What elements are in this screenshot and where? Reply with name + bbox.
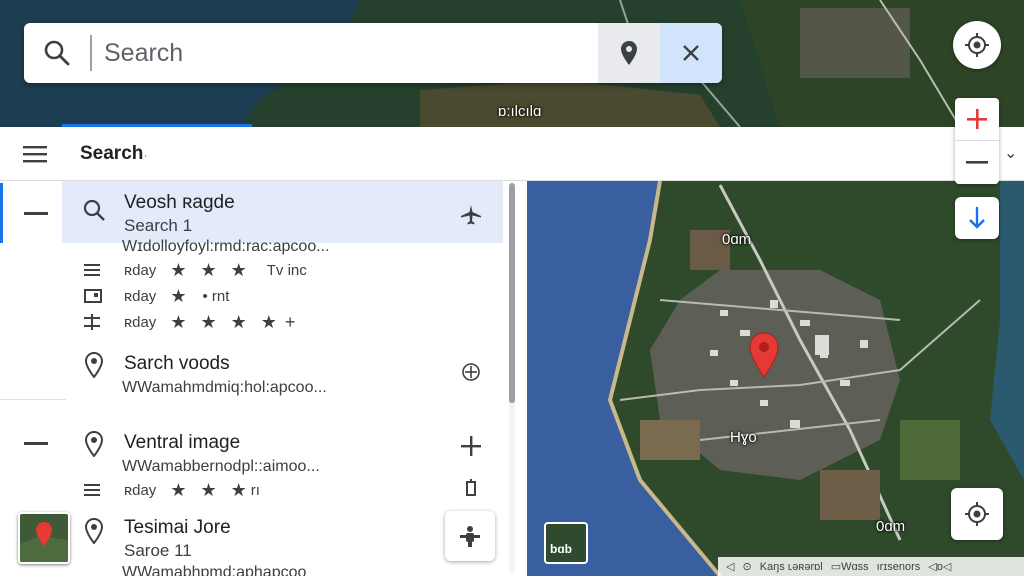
chevron-down-icon[interactable]: ⌄ [1004,143,1017,163]
search-input[interactable] [92,23,598,83]
clear-search-button[interactable] [660,23,722,83]
card-icon [84,289,124,303]
layers-thumbnail[interactable] [18,512,70,564]
result-address: WWamabbernodpl::aimoo... [122,458,320,475]
place-pin-icon [81,352,107,378]
menu-button[interactable] [22,141,48,167]
results-panel-header: Search· ⌄ [0,124,1024,181]
arrow-down-icon [969,207,985,229]
pin-icon [621,41,637,65]
filter-icon [84,314,124,330]
place-pin-icon [81,431,107,457]
search-bar [24,23,722,83]
pegman-icon [460,526,480,547]
list-icon [84,483,124,497]
plus-icon [461,436,481,456]
star-icon: ★ [170,259,187,280]
directions-button[interactable] [456,200,486,230]
rating-row: ʀday ★ • rnt [84,286,229,306]
attribution-item[interactable]: ◁ɒ◁ [928,560,951,573]
compass-button[interactable] [955,197,999,239]
crosshair-icon [965,33,989,57]
my-location-button[interactable] [953,21,1001,69]
panel-title: Search· [80,143,148,164]
add-button[interactable] [456,431,486,461]
divider [0,399,66,400]
search-icon [81,197,107,223]
locate-button[interactable] [951,488,1003,540]
star-icon: ★ [230,259,247,280]
star-icon: ★ [200,479,217,500]
street-view-button[interactable] [445,511,495,561]
result-title: Veosh ʀagde [124,192,235,213]
zoom-controls [955,98,999,184]
hamburger-icon [23,146,47,163]
result-address: Wɪdolloyfoyl:rmd:rac:apcoo... [122,238,330,255]
star-icon: ★ [170,479,187,500]
share-button[interactable] [456,473,486,503]
collapse-icon[interactable] [24,442,48,445]
result-title[interactable]: Tesimai Jore [124,517,231,539]
results-list: Veosh ʀagde Search 1 Wɪdolloyfoyl:rmd:ra… [0,181,527,576]
map-label: 0ɑm [722,231,752,248]
attribution-item[interactable]: ırɪsenors [877,561,921,573]
results-scrollbar[interactable] [509,183,515,573]
selection-indicator [0,183,3,243]
result-address: WWamabhpmd:aphapcoo [122,564,307,576]
map-label: ɒ:ılcılɑ [498,103,542,120]
location-pin-icon[interactable] [748,332,780,378]
rating-row: ʀday ★ ★ ★ ★ + [84,312,295,332]
result-subtitle: Saroe 11 [124,541,192,560]
star-icon: ★ [200,259,217,280]
attribution-item[interactable]: ◁ [726,560,734,573]
map-label: Hɣo [730,429,757,446]
map-attribution: ◁ ⊙ Kaŋs ʟəʀərɒl ▭Wɑss ırɪsenors ◁ɒ◁ [718,557,1024,576]
attribution-item[interactable]: ▭Wɑss [831,560,869,573]
collapse-icon[interactable] [24,212,48,215]
result-title[interactable]: Sarch voods [124,353,230,375]
star-icon: ★ [230,479,247,500]
locate-result-button[interactable] [456,357,486,387]
scrollbar-thumb[interactable] [509,183,515,403]
map-thumbnail-pin-icon [20,514,68,562]
list-icon [84,263,124,277]
search-icon[interactable] [24,23,90,83]
close-icon [683,45,699,61]
star-icon: ★ [170,311,187,332]
rating-row: ʀday ★ ★ ★ rı [84,480,260,500]
star-icon: ★ [230,311,247,332]
plus-icon [967,109,987,129]
phone-icon [466,479,476,496]
zoom-in-button[interactable] [955,98,999,141]
attribution-item[interactable]: Kaŋs ʟəʀərɒl [760,561,823,573]
crosshair-icon [965,502,989,526]
place-pin-icon [81,518,107,544]
zoom-out-button[interactable] [955,141,999,184]
result-address: WWamahmdmiq:hol:apcoo... [122,379,327,396]
map-label: 0ɑm [876,518,906,535]
minus-icon [966,160,988,164]
star-icon: ★ [260,311,277,332]
result-title[interactable]: Ventral image [124,432,240,454]
attribution-item[interactable]: ⊙ [742,560,751,573]
rating-row: ʀday ★ ★ ★ Tv inc [84,260,307,280]
place-pin-button[interactable] [598,23,660,83]
active-tab-indicator [62,124,252,127]
map-type-thumbnail[interactable]: bɑb [544,522,588,564]
result-subtitle: Search 1 [124,216,193,235]
star-icon: ★ [200,311,217,332]
star-icon: ★ [170,285,187,306]
plane-icon [461,205,481,225]
crosshair-icon [462,363,480,381]
